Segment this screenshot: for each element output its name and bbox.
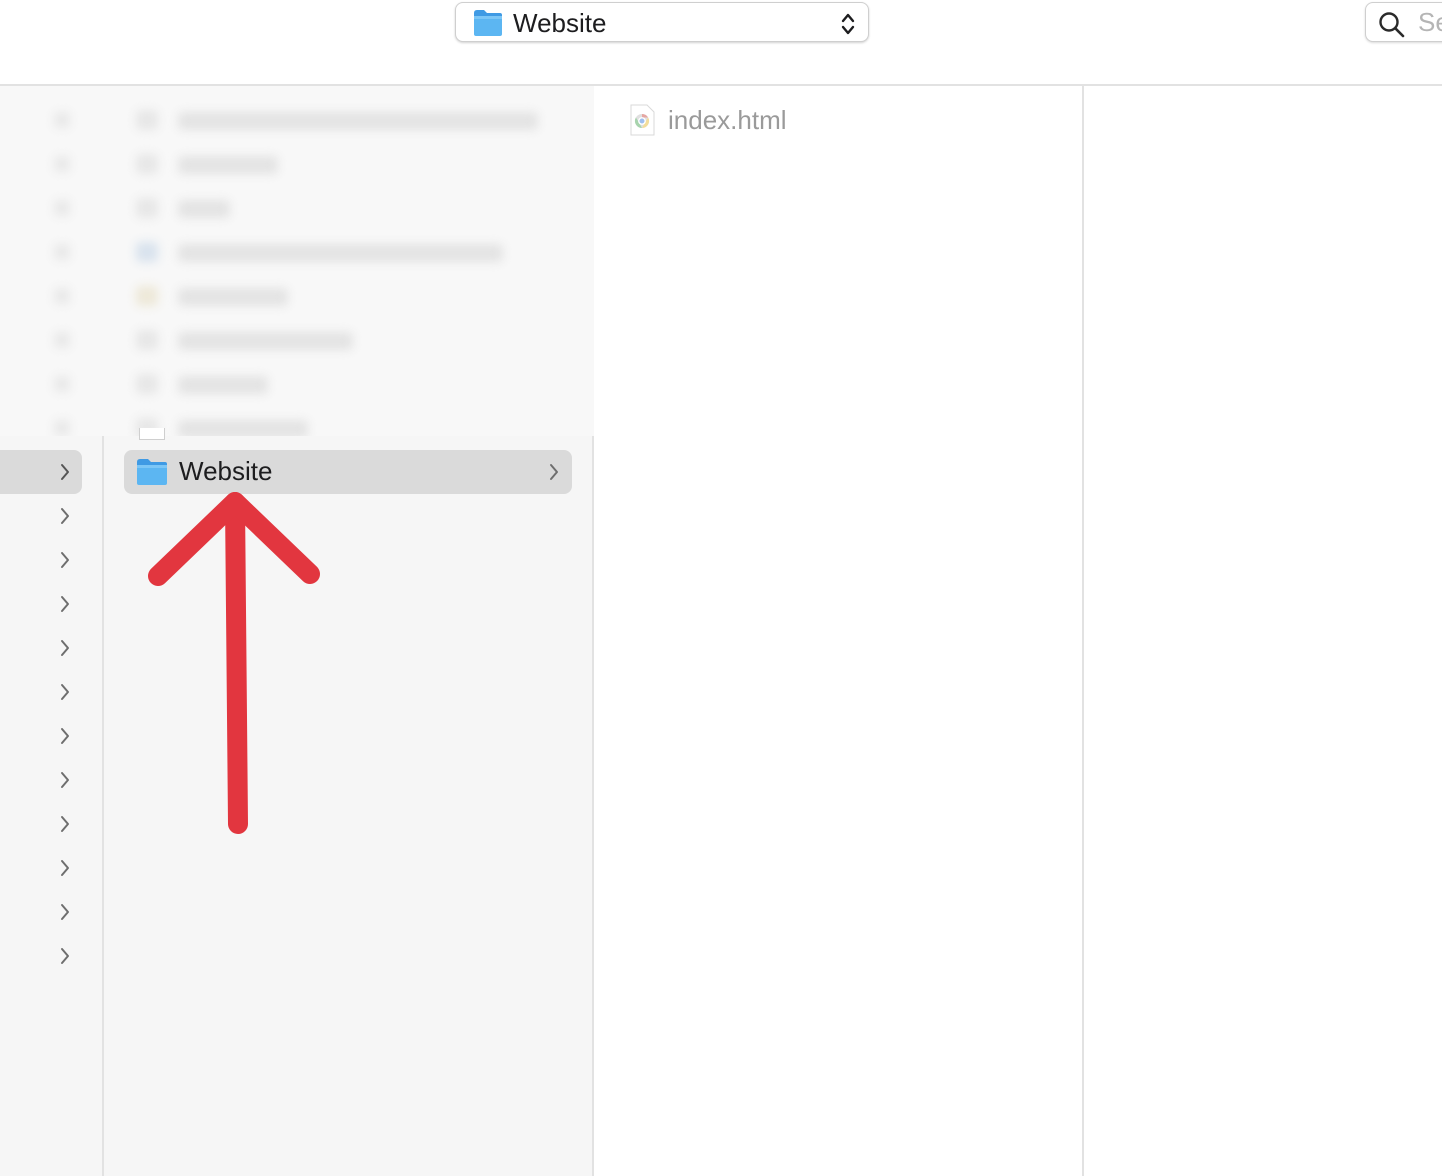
blurred-chevron [54, 288, 70, 304]
chevron-right-icon [550, 464, 558, 480]
chevron-right-icon[interactable] [58, 815, 72, 833]
blurred-chevron [54, 376, 70, 392]
up-down-chevron-icon [841, 13, 855, 35]
column-3 [594, 86, 1084, 1176]
magnifying-glass-icon [1379, 12, 1405, 38]
chevron-right-icon[interactable] [58, 551, 72, 569]
search-field[interactable] [1365, 2, 1442, 42]
chevron-right-icon[interactable] [58, 903, 72, 921]
red-arrow-annotation [148, 492, 320, 834]
chevron-right-icon[interactable] [58, 683, 72, 701]
chevron-right-icon[interactable] [58, 507, 72, 525]
blurred-chevron [54, 200, 70, 216]
blurred-chevron [54, 244, 70, 260]
blurred-chevron [54, 332, 70, 348]
folder-icon [137, 459, 167, 485]
chevron-right-icon[interactable] [58, 947, 72, 965]
path-popup-title: Website [513, 8, 607, 38]
blurred-chevron [54, 156, 70, 172]
blurred-chevron [54, 420, 70, 436]
finder-toolbar: Website [0, 0, 1442, 86]
chrome-html-document-icon [630, 104, 655, 136]
chevron-right-icon[interactable] [58, 727, 72, 745]
blurred-chevron [54, 112, 70, 128]
obscured-region [0, 86, 594, 436]
file-name: index.html [668, 105, 787, 135]
path-popup-button[interactable]: Website [455, 2, 869, 42]
folder-name: Website [179, 456, 273, 486]
column-4 [1084, 86, 1442, 1176]
chevron-right-icon[interactable] [58, 859, 72, 877]
chevron-right-icon[interactable] [58, 639, 72, 657]
chevron-right-icon[interactable] [58, 771, 72, 789]
partial-file-icon [139, 428, 165, 440]
search-input[interactable] [1418, 5, 1442, 39]
chevron-right-icon[interactable] [58, 463, 72, 481]
blurred-content [0, 86, 594, 436]
chevron-right-icon[interactable] [58, 595, 72, 613]
folder-icon [474, 10, 502, 36]
